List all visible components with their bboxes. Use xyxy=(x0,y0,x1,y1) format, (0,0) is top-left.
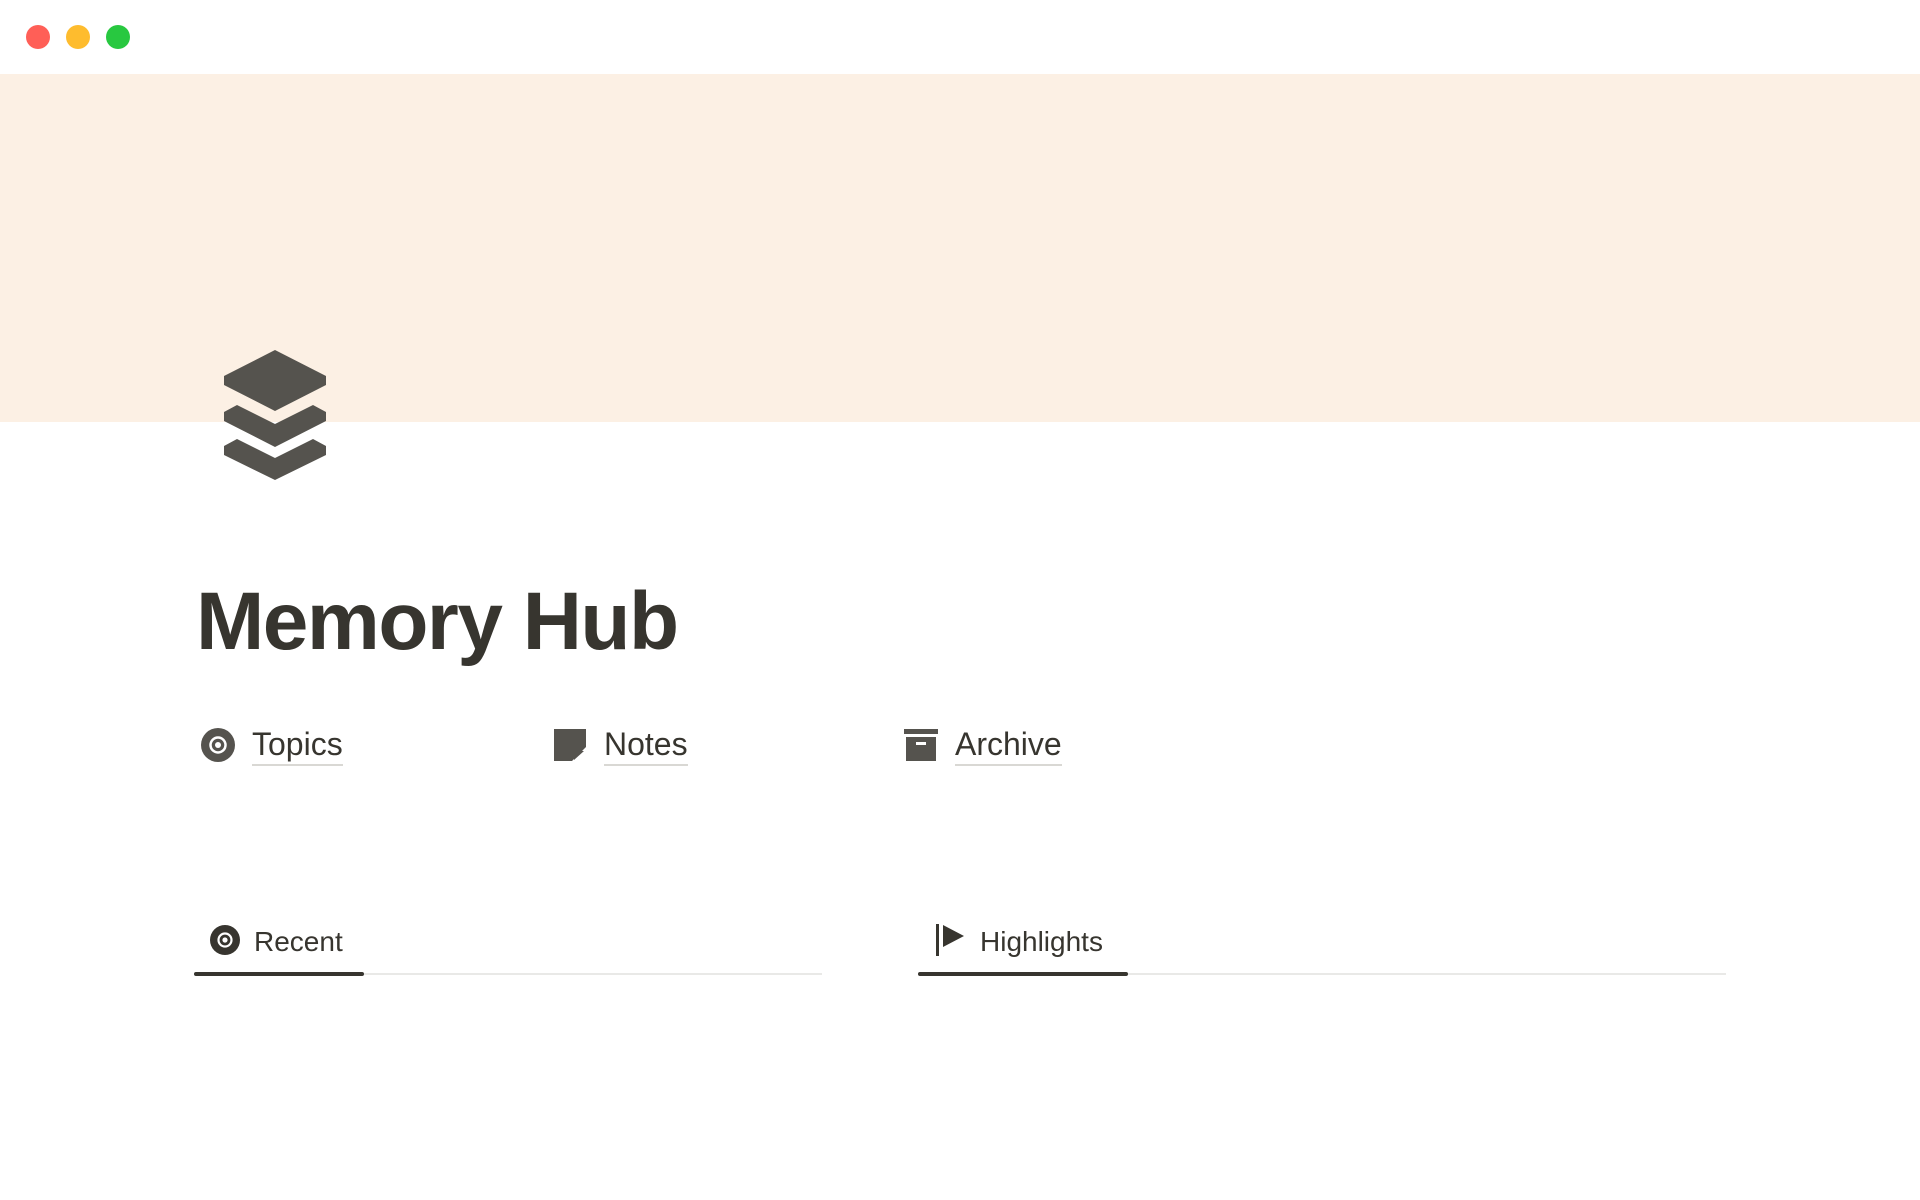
tab-highlights-label: Highlights xyxy=(980,926,1103,957)
flag-icon xyxy=(934,923,966,961)
tab-recent[interactable]: Recent xyxy=(194,908,343,976)
layers-icon[interactable] xyxy=(222,350,328,480)
tab-recent-label: Recent xyxy=(254,926,343,957)
active-tab-indicator xyxy=(194,972,364,976)
note-icon xyxy=(552,727,588,763)
page-links: Topics Notes Archive xyxy=(200,720,1800,780)
link-topics-label: Topics xyxy=(252,724,343,766)
active-tab-indicator xyxy=(918,972,1128,976)
tab-highlights[interactable]: Highlights xyxy=(918,908,1103,976)
target-icon xyxy=(210,924,240,960)
minimize-window-button[interactable] xyxy=(66,25,90,49)
page-title[interactable]: Memory Hub xyxy=(196,575,679,669)
target-icon xyxy=(200,727,236,763)
maximize-window-button[interactable] xyxy=(106,25,130,49)
link-notes-label: Notes xyxy=(604,724,688,766)
link-archive-label: Archive xyxy=(955,724,1062,766)
link-topics[interactable]: Topics xyxy=(200,720,343,770)
link-notes[interactable]: Notes xyxy=(552,720,688,770)
link-archive[interactable]: Archive xyxy=(903,720,1062,770)
archive-box-icon xyxy=(903,727,939,763)
highlights-tabs: Highlights xyxy=(918,908,1726,978)
recent-tabs: Recent xyxy=(194,908,822,978)
window-titlebar xyxy=(0,0,1920,74)
close-window-button[interactable] xyxy=(26,25,50,49)
